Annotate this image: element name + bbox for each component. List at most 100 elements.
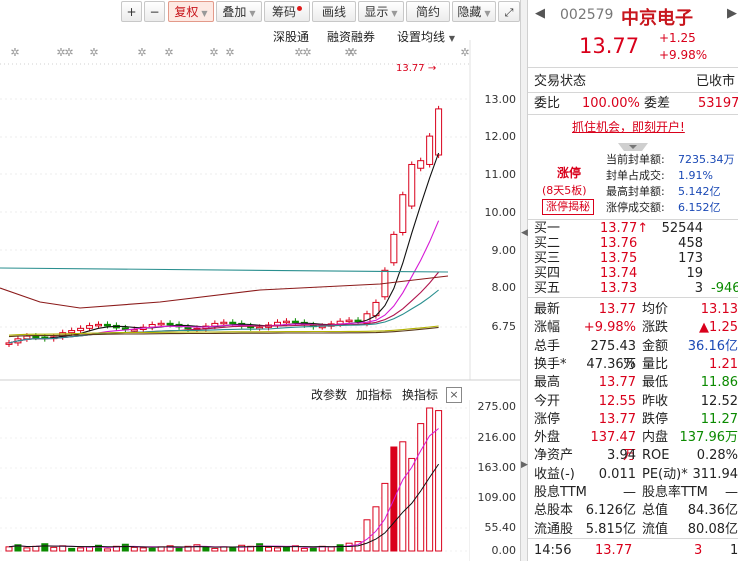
seal-label: 涨停成交额: xyxy=(606,201,665,214)
chart-area[interactable]: + − 复权 ▼ 叠加 ▼ 筹码 画线 显示 ▼ 简约 隐藏 ▼ ⤢ 深股通 融资融券 … xyxy=(0,0,525,561)
expand-arrow-icon[interactable]: ▶ xyxy=(521,460,528,470)
volume-bar xyxy=(399,441,407,552)
prev-stock-icon[interactable]: ◀ xyxy=(535,6,545,21)
zoom-out-button[interactable]: − xyxy=(144,1,165,22)
volume-chart[interactable] xyxy=(0,400,470,561)
next-stock-icon[interactable]: ▶ xyxy=(727,6,737,21)
notification-dot-icon xyxy=(297,6,302,11)
stat-value: 311.94 xyxy=(692,466,738,482)
stat-value: 13.13 xyxy=(700,302,738,317)
fuquan-button[interactable]: 复权 ▼ xyxy=(168,1,214,22)
volume-bar xyxy=(282,546,290,552)
tick-volume: 3 xyxy=(694,543,703,558)
bid-level-row[interactable]: 买一 13.77↑ 52544 xyxy=(528,221,738,236)
stat-value: 0.011 xyxy=(598,466,636,482)
trade-state-row: 交易状态 已收市 xyxy=(528,73,738,91)
kline-chart[interactable]: ✲ ✲✲ ✲ ✲ ✲ ✲ ✲ ✲✲ ✲✲ ✲ xyxy=(0,40,520,385)
candle-body xyxy=(390,233,398,264)
stat-label: 流值 xyxy=(642,521,669,537)
bid-volume: 19 xyxy=(686,266,703,281)
volume-bar xyxy=(408,457,416,552)
stat-label: ROE xyxy=(642,448,670,464)
bid-volume: 173 xyxy=(678,251,703,266)
zoom-in-button[interactable]: + xyxy=(121,1,142,22)
hide-button[interactable]: 隐藏 ▼ xyxy=(452,1,496,22)
event-marker-icon: ✲ xyxy=(302,46,311,59)
latest-price-value: 13.77 xyxy=(396,63,425,74)
chevron-down-icon: ▼ xyxy=(484,9,491,18)
stat-row: 净资产 3.94 ROE 0.28% xyxy=(528,447,738,465)
bid-level-row[interactable]: 买四 13.74 19 xyxy=(528,266,738,281)
overlay-button[interactable]: 叠加 ▼ xyxy=(216,1,262,22)
bid-volume: 52544 xyxy=(661,221,703,236)
current-price: 13.77 xyxy=(579,34,640,58)
draw-line-button[interactable]: 画线 xyxy=(312,1,356,22)
candle-body xyxy=(86,325,94,329)
stat-value: 36.16亿 xyxy=(687,338,738,354)
event-marker-icon: ✲ xyxy=(348,46,357,59)
display-button[interactable]: 显示 ▼ xyxy=(358,1,404,22)
weicha-label: 委差 xyxy=(644,96,671,111)
hide-label: 隐藏 xyxy=(457,5,482,19)
price-tick: 9.00 xyxy=(491,244,517,257)
bid-price: 13.73 xyxy=(600,281,638,296)
volume-bar xyxy=(300,547,308,552)
stat-row: 收益(-) 0.011 PE(动)* 311.94 xyxy=(528,466,738,484)
divider xyxy=(528,67,738,68)
stat-value: 3.94 xyxy=(607,448,636,464)
candle-body xyxy=(77,327,85,332)
stat-row: 涨幅 +9.98% 涨跌 ▲1.25 xyxy=(528,319,738,337)
candlesticks xyxy=(5,105,443,348)
tick-time: 14:56 xyxy=(534,543,572,558)
seal-label: 最高封单额: xyxy=(606,185,665,198)
bid-price: 13.76 xyxy=(600,236,638,251)
stat-label: 涨幅 xyxy=(534,320,561,336)
chips-label: 筹码 xyxy=(271,5,296,19)
volume-bar xyxy=(229,547,237,552)
volume-bar xyxy=(265,546,273,552)
stat-value: ▲1.25 xyxy=(699,320,738,336)
draw-line-label: 画线 xyxy=(321,5,346,19)
weibi-row: 委比 100.00% 委差 53197 xyxy=(528,95,738,113)
bid-level-row[interactable]: 买三 13.75 173 xyxy=(528,251,738,266)
stat-label: 净资产 xyxy=(534,448,574,464)
fullscreen-icon[interactable]: ⤢ xyxy=(498,1,520,22)
chips-button[interactable]: 筹码 xyxy=(264,1,310,22)
volume-bar xyxy=(363,519,371,552)
candle-body xyxy=(354,319,362,323)
volume-bar xyxy=(130,546,138,552)
collapse-arrow-icon[interactable]: ◀ xyxy=(521,228,528,238)
stat-value: 11.86 xyxy=(700,375,738,391)
latest-price-marker: 13.77 → xyxy=(396,63,436,74)
bid-level-row[interactable]: 买二 13.76 458 xyxy=(528,236,738,251)
candle-body xyxy=(345,319,353,323)
candle-body xyxy=(23,335,31,340)
stat-row: 涨停 13.77 跌停 11.27 xyxy=(528,411,738,429)
stat-value: — xyxy=(623,485,636,500)
bid-price: 13.74 xyxy=(600,266,638,281)
seal-value: 7235.34万 xyxy=(678,153,735,166)
stat-value: 12.52 xyxy=(700,393,738,409)
display-label: 显示 xyxy=(364,5,389,19)
bid-level-row[interactable]: 买五 13.73 3 -946 xyxy=(528,281,738,296)
chevron-down-icon: ▼ xyxy=(391,9,398,18)
simple-mode-label: 简约 xyxy=(415,5,440,19)
simple-mode-button[interactable]: 简约 xyxy=(406,1,450,22)
candle-body xyxy=(220,321,228,325)
open-account-promo-link[interactable]: 抓住机会，即刻开户! xyxy=(572,118,685,135)
event-marker-icon: ✲ xyxy=(64,46,73,59)
bid-volume-change: -946 xyxy=(711,281,738,296)
divider xyxy=(528,538,738,539)
stat-label: 最新 xyxy=(534,302,561,317)
seal-row: 封单占成交: 1.91% xyxy=(528,168,738,184)
tick-row: 14:56 13.77 3 1 xyxy=(528,542,738,560)
volume-bar xyxy=(274,547,281,552)
stat-label: 最低 xyxy=(642,375,669,391)
moving-average-lines xyxy=(0,152,449,344)
stat-label: 金额 xyxy=(642,338,669,354)
volume-bar xyxy=(139,547,147,552)
panel-splitter[interactable]: ◀ ▶ xyxy=(520,0,528,561)
volume-bar xyxy=(175,547,183,552)
chevron-down-icon: ▼ xyxy=(201,9,208,18)
collapse-tab-icon[interactable] xyxy=(618,136,648,151)
